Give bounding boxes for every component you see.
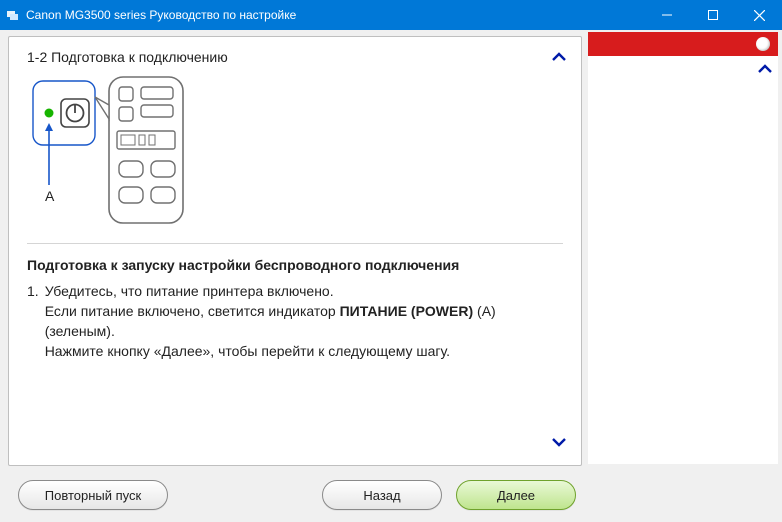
main-panel: 1-2 Подготовка к подключению A	[8, 36, 582, 466]
side-panel-body	[588, 56, 778, 464]
next-button[interactable]: Далее	[456, 480, 576, 510]
window-maximize-button[interactable]	[690, 0, 736, 30]
section-title: 1-2 Подготовка к подключению	[27, 49, 563, 65]
step-number: 1.	[27, 282, 39, 362]
scroll-up-icon[interactable]	[551, 49, 567, 70]
button-bar: Повторный пуск Назад Далее	[0, 466, 782, 522]
instruction-line-2: Если питание включено, светится индикато…	[45, 302, 563, 342]
printer-illustration: A	[27, 75, 563, 225]
side-panel-indicator-icon	[756, 37, 770, 51]
chevron-up-icon[interactable]	[757, 61, 773, 82]
power-label-strong: ПИТАНИЕ (POWER)	[340, 303, 474, 319]
instruction-step: 1. Убедитесь, что питание принтера включ…	[27, 282, 563, 362]
app-icon	[0, 7, 26, 23]
illustration-label: A	[45, 188, 55, 204]
divider	[27, 243, 563, 244]
instruction-line-3: Нажмите кнопку «Далее», чтобы перейти к …	[45, 342, 563, 362]
scroll-down-icon[interactable]	[551, 434, 567, 455]
window-title: Canon MG3500 series Руководство по настр…	[26, 8, 644, 22]
window-minimize-button[interactable]	[644, 0, 690, 30]
side-panel-header	[588, 32, 778, 56]
restart-button[interactable]: Повторный пуск	[18, 480, 168, 510]
window-close-button[interactable]	[736, 0, 782, 30]
side-panel	[588, 32, 778, 464]
instruction-heading: Подготовка к запуску настройки беспровод…	[27, 256, 563, 276]
back-button[interactable]: Назад	[322, 480, 442, 510]
instruction-content: Подготовка к запуску настройки беспровод…	[27, 256, 563, 361]
instruction-line-1: Убедитесь, что питание принтера включено…	[45, 282, 563, 302]
window-titlebar: Canon MG3500 series Руководство по настр…	[0, 0, 782, 30]
